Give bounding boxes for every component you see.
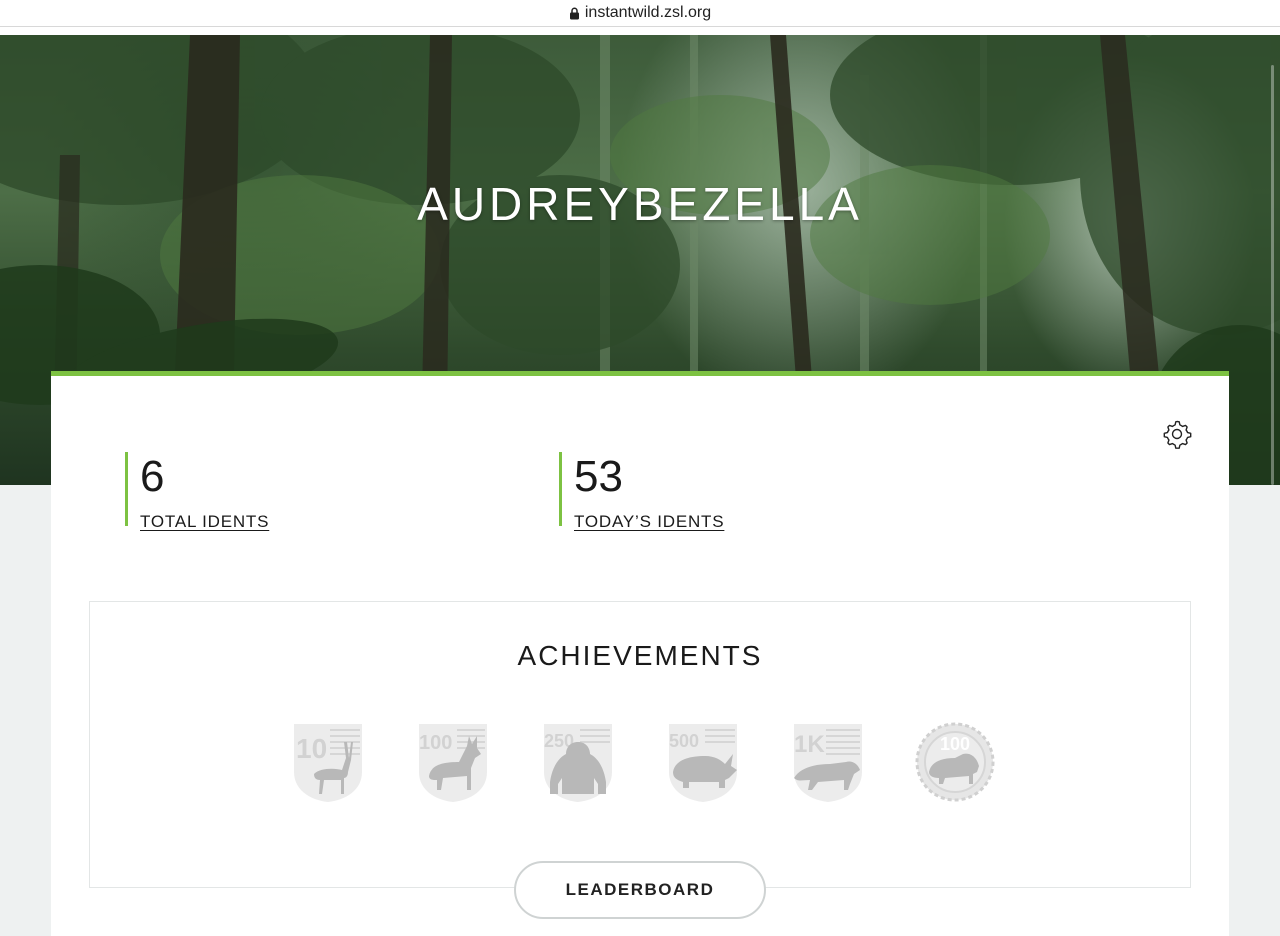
badge-100-lion-seal[interactable]: 100 [915,722,995,804]
achievements-title: ACHIEVEMENTS [517,640,763,671]
todays-idents-stat: 53 TODAY’S IDENTS [559,452,724,531]
svg-text:500: 500 [669,731,699,751]
gear-icon[interactable] [1162,419,1192,449]
svg-text:1K: 1K [794,731,825,758]
toolbar-spacer [0,27,1280,35]
todays-idents-link[interactable]: TODAY’S IDENTS [574,512,724,532]
badge-100-wolf[interactable]: 100 [415,722,491,804]
total-idents-stat: 6 TOTAL IDENTS [125,452,269,531]
browser-url-bar[interactable]: instantwild.zsl.org [0,0,1280,27]
total-idents-link[interactable]: TOTAL IDENTS [140,512,269,532]
svg-text:10: 10 [296,733,327,764]
todays-idents-value: 53 [574,452,623,501]
svg-text:100: 100 [419,732,452,754]
achievements-panel: ACHIEVEMENTS 10 100 250 500 1K 100 [89,601,1191,888]
badge-1k-tiger[interactable]: 1K [790,722,866,804]
username-title: AUDREYBEZELLA [417,178,863,230]
scrollbar[interactable] [1271,65,1274,485]
badge-500-rhino[interactable]: 500 [665,722,741,804]
profile-card: 6 TOTAL IDENTS 53 TODAY’S IDENTS ACHIEVE… [51,371,1229,936]
leaderboard-button[interactable]: LEADERBOARD [514,861,766,919]
lock-icon [569,7,579,19]
url-text: instantwild.zsl.org [584,4,712,21]
svg-text:100: 100 [940,734,970,754]
badge-250-gorilla[interactable]: 250 [540,722,616,804]
total-idents-value: 6 [140,452,165,501]
badge-10-antelope[interactable]: 10 [290,722,366,804]
